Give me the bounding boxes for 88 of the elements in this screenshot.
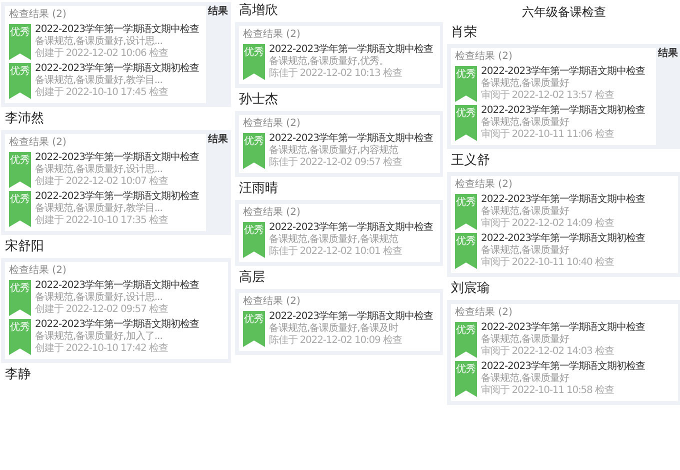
check-time: 审阅于 2022-10-11 11:06 检查 — [481, 129, 615, 141]
check-title[interactable]: 2022-2023学年第一学期语文期初检查 — [481, 361, 646, 373]
check-comment: 备课规范,备课质量好,备课规范 — [269, 234, 400, 246]
check-time: 陈佳于 2022-12-02 10:13 检查 — [269, 68, 403, 80]
check-title[interactable]: 2022-2023学年第一学期语文期中检查 — [269, 311, 434, 323]
side-label: 结果 — [208, 6, 228, 19]
check-title[interactable]: 2022-2023学年第一学期语文期中检查 — [35, 24, 200, 36]
check-time: 审阅于 2022-10-11 10:40 检查 — [481, 257, 615, 269]
check-time: 创建于 2022-12-02 09:57 检查 — [35, 304, 169, 316]
check-title[interactable]: 2022-2023学年第一学期语文期初检查 — [481, 233, 646, 245]
check-title[interactable]: 2022-2023学年第一学期语文期中检查 — [269, 133, 434, 145]
check-title[interactable]: 2022-2023学年第一学期语文期中检查 — [269, 222, 434, 234]
results-header: 检查结果 (2) — [9, 9, 68, 21]
check-comment: 备课规范,备课质量好 — [481, 78, 570, 90]
results-header: 检查结果 (2) — [243, 296, 302, 308]
check-comment: 备课规范,备课质量好,教学目... — [35, 203, 164, 214]
results-header: 检查结果 (2) — [455, 179, 514, 191]
excellent-ribbon-badge: 优秀 — [455, 233, 477, 269]
check-time: 审阅于 2022-10-11 10:58 检查 — [481, 385, 615, 397]
check-title[interactable]: 2022-2023学年第一学期语文期中检查 — [481, 194, 646, 206]
teacher-name: 李静 — [4, 366, 32, 383]
check-time: 创建于 2022-10-10 17:35 检查 — [35, 215, 169, 227]
teacher-name: 王义舒 — [450, 152, 491, 169]
results-header: 检查结果 (2) — [243, 207, 302, 219]
teacher-name: 高增欣 — [238, 2, 279, 19]
teacher-name: 李沛然 — [4, 110, 45, 127]
results-header: 检查结果 (2) — [243, 118, 302, 130]
results-header: 检查结果 (2) — [455, 51, 514, 63]
excellent-ribbon-badge: 优秀 — [243, 44, 265, 80]
teacher-name: 刘宸瑜 — [450, 280, 491, 297]
excellent-ribbon-badge: 优秀 — [455, 66, 477, 102]
check-time: 陈佳于 2022-12-02 10:01 检查 — [269, 246, 403, 258]
check-title[interactable]: 2022-2023学年第一学期语文期中检查 — [35, 152, 200, 164]
excellent-ribbon-badge: 优秀 — [9, 63, 31, 99]
excellent-ribbon-badge: 优秀 — [243, 311, 265, 347]
excellent-ribbon-badge: 优秀 — [9, 191, 31, 227]
check-time: 创建于 2022-10-10 17:42 检查 — [35, 343, 169, 355]
side-label: 结果 — [658, 48, 678, 61]
check-title[interactable]: 2022-2023学年第一学期语文期中检查 — [481, 66, 646, 78]
check-comment: 备课规范,备课质量好,内容规范 — [269, 145, 400, 156]
check-title[interactable]: 2022-2023学年第一学期语文期初检查 — [35, 319, 200, 331]
results-header: 检查结果 (2) — [455, 307, 514, 319]
check-time: 创建于 2022-12-02 10:06 检查 — [35, 48, 169, 60]
excellent-ribbon-badge: 优秀 — [243, 133, 265, 169]
check-title[interactable]: 2022-2023学年第一学期语文期中检查 — [35, 280, 200, 292]
check-comment: 备课规范,备课质量好,设计思... — [35, 36, 164, 48]
page-heading: 六年级备课检查 — [521, 4, 607, 21]
check-time: 审阅于 2022-12-02 14:03 检查 — [481, 346, 615, 358]
check-comment: 备课规范,备课质量好,设计思... — [35, 164, 164, 176]
results-header: 检查结果 (2) — [243, 29, 302, 41]
check-comment: 备课规范,备课质量好 — [481, 373, 570, 384]
check-comment: 备课规范,备课质量好,加入了... — [35, 331, 164, 342]
teacher-name: 高层 — [238, 269, 266, 286]
excellent-ribbon-badge: 优秀 — [455, 194, 477, 230]
check-time: 审阅于 2022-12-02 13:57 检查 — [481, 90, 615, 102]
teacher-name: 孙士杰 — [238, 91, 279, 108]
excellent-ribbon-badge: 优秀 — [9, 319, 31, 355]
excellent-ribbon-badge: 优秀 — [9, 280, 31, 316]
excellent-ribbon-badge: 优秀 — [455, 105, 477, 141]
check-title[interactable]: 2022-2023学年第一学期语文期初检查 — [481, 105, 646, 117]
side-label: 结果 — [208, 134, 228, 147]
excellent-ribbon-badge: 优秀 — [9, 24, 31, 60]
excellent-ribbon-badge: 优秀 — [9, 152, 31, 188]
check-time: 陈佳于 2022-12-02 10:09 检查 — [269, 335, 403, 347]
check-time: 审阅于 2022-12-02 14:09 检查 — [481, 218, 615, 230]
results-header: 检查结果 (2) — [9, 265, 68, 277]
check-comment: 备课规范,备课质量好 — [481, 334, 570, 346]
check-comment: 备课规范,备课质量好,备课及时 — [269, 323, 400, 334]
check-comment: 备课规范,备课质量好,教学目... — [35, 75, 164, 86]
check-comment: 备课规范,备课质量好 — [481, 117, 570, 128]
teacher-name: 汪雨晴 — [238, 180, 279, 197]
excellent-ribbon-badge: 优秀 — [455, 322, 477, 358]
excellent-ribbon-badge: 优秀 — [455, 361, 477, 397]
check-comment: 备课规范,备课质量好 — [481, 206, 570, 218]
check-title[interactable]: 2022-2023学年第一学期语文期中检查 — [269, 44, 434, 56]
check-comment: 备课规范,备课质量好,优秀。 — [269, 56, 390, 68]
teacher-name: 肖荣 — [450, 24, 478, 41]
results-header: 检查结果 (2) — [9, 137, 68, 149]
check-title[interactable]: 2022-2023学年第一学期语文期初检查 — [35, 191, 200, 203]
teacher-name: 宋舒阳 — [4, 238, 45, 255]
check-title[interactable]: 2022-2023学年第一学期语文期中检查 — [481, 322, 646, 334]
check-comment: 备课规范,备课质量好 — [481, 245, 570, 256]
check-comment: 备课规范,备课质量好,设计思... — [35, 292, 164, 304]
excellent-ribbon-badge: 优秀 — [243, 222, 265, 258]
check-time: 陈佳于 2022-12-02 09:57 检查 — [269, 157, 403, 169]
check-time: 创建于 2022-12-02 10:07 检查 — [35, 176, 169, 188]
check-title[interactable]: 2022-2023学年第一学期语文期初检查 — [35, 63, 200, 75]
check-time: 创建于 2022-10-10 17:45 检查 — [35, 87, 169, 99]
